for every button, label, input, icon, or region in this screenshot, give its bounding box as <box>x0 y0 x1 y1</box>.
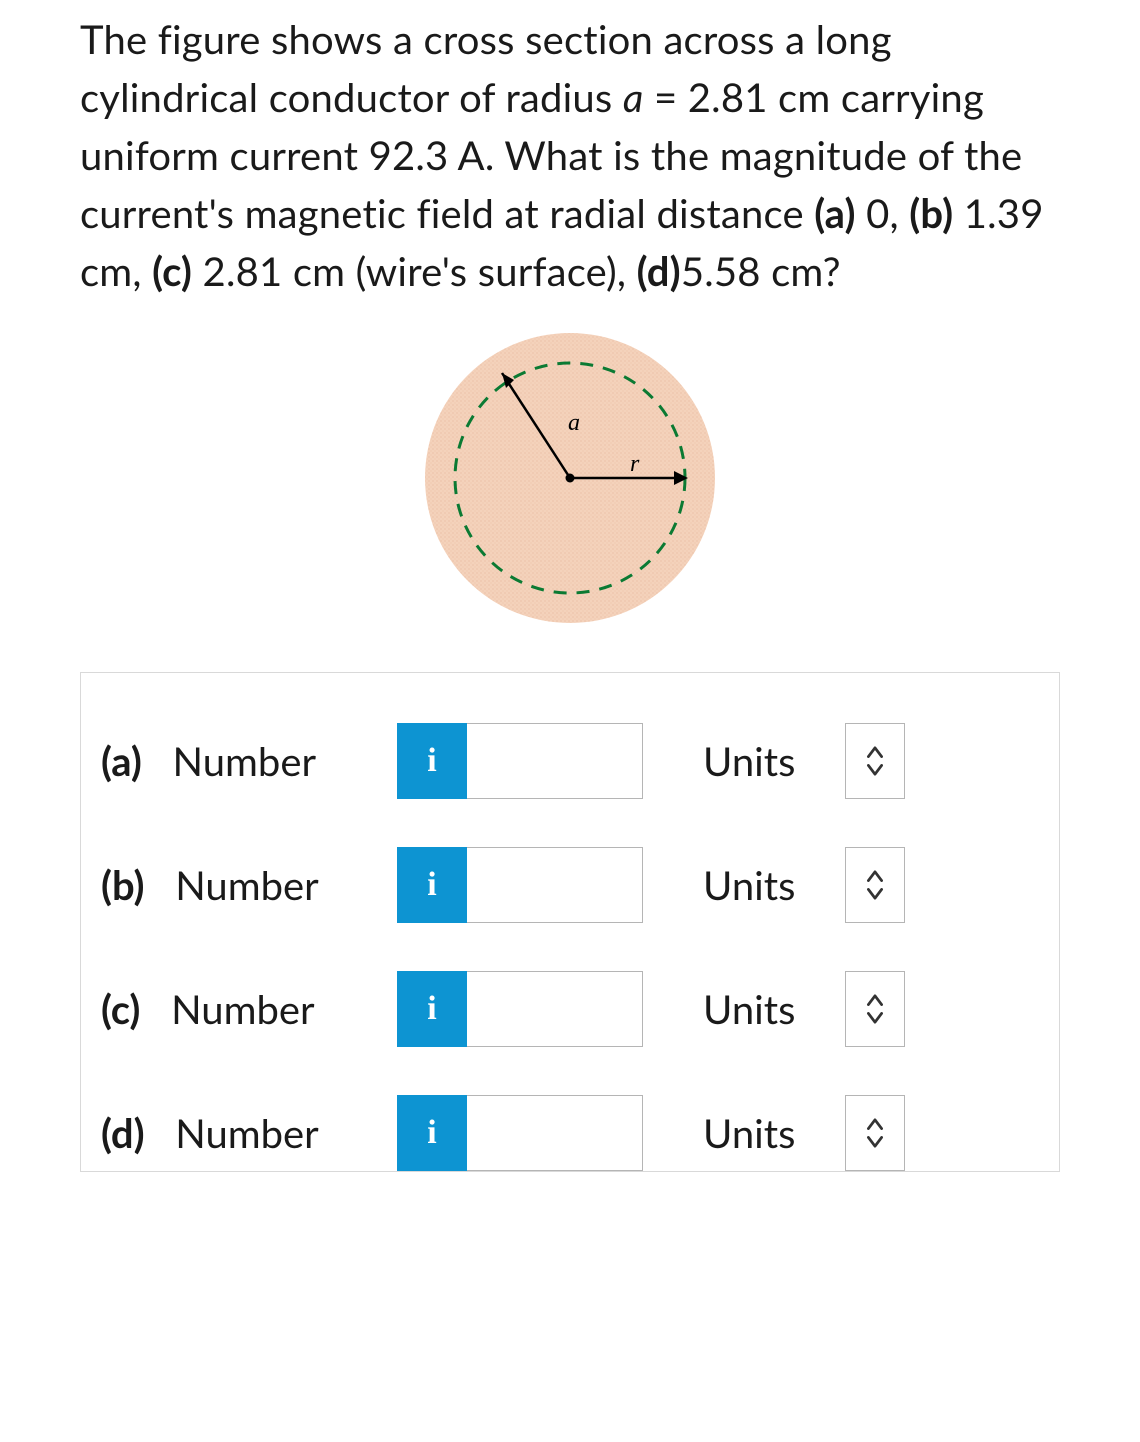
part-b-label: (b) <box>909 189 953 237</box>
units-select-b[interactable] <box>845 847 905 923</box>
number-input-group: i <box>397 1095 643 1171</box>
chevron-up-down-icon <box>864 991 886 1027</box>
part-c-label: (c) <box>152 247 192 295</box>
row-label-part: (d) <box>101 1109 145 1157</box>
answer-table: (a) Number i Units (b) Number i Units (c… <box>80 672 1060 1172</box>
part-c-value: 2.81 cm (wire's surface), <box>192 247 637 295</box>
units-label: Units <box>703 985 823 1033</box>
part-d-value: 5.58 cm? <box>681 247 841 295</box>
number-input-d[interactable] <box>467 1095 643 1171</box>
row-label-rest: Number <box>140 985 314 1033</box>
figure: a r <box>80 328 1060 632</box>
row-label: (b) Number <box>101 861 397 909</box>
number-input-a[interactable] <box>467 723 643 799</box>
answer-row-c: (c) Number i Units <box>81 947 1059 1071</box>
answer-row-a: (a) Number i Units <box>81 699 1059 823</box>
part-a-label: (a) <box>814 189 855 237</box>
number-input-group: i <box>397 847 643 923</box>
units-select-d[interactable] <box>845 1095 905 1171</box>
row-label: (d) Number <box>101 1109 397 1157</box>
number-input-group: i <box>397 971 643 1047</box>
chevron-up-down-icon <box>864 743 886 779</box>
answer-row-b: (b) Number i Units <box>81 823 1059 947</box>
row-label: (a) Number <box>101 737 397 785</box>
units-select-c[interactable] <box>845 971 905 1047</box>
units-label: Units <box>703 1109 823 1157</box>
units-select-a[interactable] <box>845 723 905 799</box>
row-label-part: (c) <box>101 985 140 1033</box>
part-d-label: (d) <box>637 247 681 295</box>
units-label: Units <box>703 861 823 909</box>
info-icon[interactable]: i <box>397 723 467 799</box>
row-label-part: (b) <box>101 861 145 909</box>
units-label: Units <box>703 737 823 785</box>
question-text: The figure shows a cross section across … <box>80 10 1060 300</box>
number-input-c[interactable] <box>467 971 643 1047</box>
part-a-value: 0, <box>856 189 910 237</box>
question-segment: = <box>644 73 688 121</box>
row-label: (c) Number <box>101 985 397 1033</box>
current-value: 92.3 A <box>369 131 485 179</box>
info-icon[interactable]: i <box>397 1095 467 1171</box>
figure-label-a: a <box>568 410 580 436</box>
row-label-part: (a) <box>101 737 142 785</box>
row-label-rest: Number <box>142 737 316 785</box>
variable-a: a <box>623 73 644 121</box>
info-icon[interactable]: i <box>397 971 467 1047</box>
conductor-diagram: a r <box>420 328 720 628</box>
radius-value: 2.81 cm <box>688 73 831 121</box>
row-label-rest: Number <box>145 861 319 909</box>
row-label-rest: Number <box>145 1109 319 1157</box>
answer-row-d: (d) Number i Units <box>81 1071 1059 1171</box>
info-icon[interactable]: i <box>397 847 467 923</box>
chevron-up-down-icon <box>864 1115 886 1151</box>
figure-label-r: r <box>630 451 640 477</box>
number-input-group: i <box>397 723 643 799</box>
number-input-b[interactable] <box>467 847 643 923</box>
chevron-up-down-icon <box>864 867 886 903</box>
